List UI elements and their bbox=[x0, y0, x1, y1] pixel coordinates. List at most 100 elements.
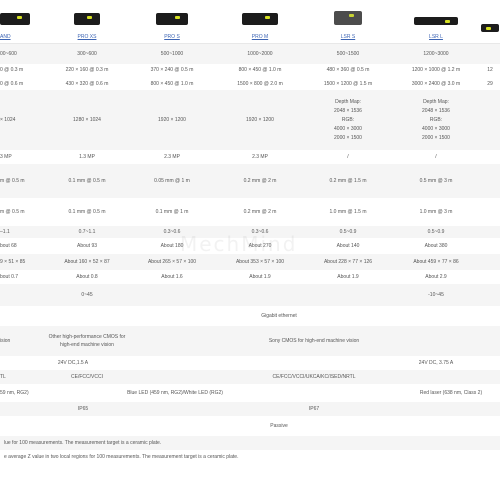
cell: Red laser (638 nm, Class 2) bbox=[419, 389, 483, 396]
spec-row-data-interface: Gigabit ethernet bbox=[0, 306, 500, 326]
cell: 1.3 MP bbox=[79, 153, 95, 160]
cell: 0 @ 0.3 m0 @ 0.6 m bbox=[0, 66, 24, 87]
cell: About 270 bbox=[248, 242, 272, 249]
cell: 00~600 bbox=[0, 50, 17, 57]
cell: Depth Map: 2048 × 1536 RGB: 4000 × 3000 … bbox=[334, 98, 362, 141]
camera-image bbox=[74, 13, 100, 25]
cell: 1280 × 1024 bbox=[73, 116, 101, 123]
cell: 0~45 bbox=[81, 291, 93, 298]
product-col-5[interactable]: LSR L bbox=[392, 0, 480, 43]
product-name[interactable]: PRO S bbox=[164, 34, 180, 41]
cell: 220 × 160 @ 0.3 m 430 × 320 @ 0.6 m bbox=[65, 66, 109, 87]
cell: About 1.6 bbox=[161, 273, 183, 280]
cell: 0.3~0.6 bbox=[251, 228, 269, 235]
spec-row-cooling: Passive bbox=[0, 416, 500, 436]
cell: IP65 bbox=[77, 405, 89, 412]
cell: Gigabit ethernet bbox=[261, 312, 297, 319]
cell: 1200 × 1000 @ 1.2 m 3000 × 2400 @ 3.0 m bbox=[411, 66, 461, 87]
spec-row-distance: 00~600 300~600 500~1000 1000~2000 500~15… bbox=[0, 44, 500, 64]
cell: 0.7~1.1 bbox=[78, 228, 96, 235]
cell: 12 29 bbox=[487, 66, 493, 87]
spec-row-resolution: × 1024 1280 × 1024 1920 × 1200 1920 × 12… bbox=[0, 90, 500, 150]
cell: 2.3 MP bbox=[252, 153, 268, 160]
camera-image bbox=[242, 13, 278, 25]
cell: 0.5 mm @ 3 m bbox=[419, 177, 453, 184]
spec-row-temperature: 0~45 -10~45 bbox=[0, 284, 500, 306]
camera-image bbox=[156, 13, 188, 25]
product-name[interactable]: AND bbox=[0, 34, 11, 41]
cell: × 1024 bbox=[0, 116, 16, 123]
footnote-row-2: e average Z value in two local regions f… bbox=[0, 450, 500, 464]
spec-row-power: 24V DC,1.5 A 24V DC, 3.75 A bbox=[0, 356, 500, 370]
product-col-3[interactable]: PRO M bbox=[216, 0, 304, 43]
cell: 1000~2000 bbox=[247, 50, 273, 57]
spec-row-sensor: ision Other high-performance CMOS for hi… bbox=[0, 326, 500, 356]
cell: 0.1 mm @ 1 m bbox=[155, 208, 189, 215]
cell: 9 × 51 × 85 bbox=[0, 258, 26, 265]
spec-table: AND PRO XS PRO S PRO M LSR S LSR L 00~60… bbox=[0, 0, 500, 464]
cell: m @ 0.5 m bbox=[0, 208, 25, 215]
spec-row-certification: TL CE/FCC/VCCI CE/FCC/VCCI/UKCA/KC/ISED/… bbox=[0, 370, 500, 384]
cell: 24V DC, 3.75 A bbox=[418, 359, 454, 366]
cell: 2.3 MP bbox=[164, 153, 180, 160]
camera-image bbox=[414, 17, 458, 25]
cell: 300~600 bbox=[77, 50, 97, 57]
cell: About 93 bbox=[76, 242, 98, 249]
spec-row-z-repeatability: m @ 0.5 m 0.1 mm @ 0.5 m 0.05 mm @ 1 m 0… bbox=[0, 164, 500, 198]
cell: About 180 bbox=[160, 242, 184, 249]
footnote: lue for 100 measurements. The measuremen… bbox=[4, 439, 162, 446]
cell: 0.2 mm @ 2 m bbox=[243, 177, 277, 184]
spec-row-ip: IP65 IP67 bbox=[0, 402, 500, 416]
cell: 800 × 450 @ 1.0 m 1500 × 800 @ 2.0 m bbox=[237, 66, 283, 87]
cell: About 265 × 57 × 100 bbox=[147, 258, 197, 265]
cell: 0.2 mm @ 1.5 m bbox=[329, 177, 367, 184]
product-col-2[interactable]: PRO S bbox=[128, 0, 216, 43]
product-name[interactable]: LSR S bbox=[341, 34, 355, 41]
cell: 59 nm, RG2) bbox=[0, 389, 29, 396]
spec-row-light: 59 nm, RG2) Blue LED (459 nm, RG2)/White… bbox=[0, 384, 500, 402]
cell: 0.2 mm @ 2 m bbox=[243, 208, 277, 215]
cell: m @ 0.5 m bbox=[0, 177, 25, 184]
cell: 0.5~0.9 bbox=[427, 228, 445, 235]
cell: About 160 × 52 × 87 bbox=[64, 258, 110, 265]
spec-row-dimensions: 9 × 51 × 85 About 160 × 52 × 87 About 26… bbox=[0, 254, 500, 270]
product-col-1[interactable]: PRO XS bbox=[46, 0, 128, 43]
spec-row-fov: 0 @ 0.3 m0 @ 0.6 m 220 × 160 @ 0.3 m 430 … bbox=[0, 64, 500, 90]
spec-row-baseline: bout 68 About 93 About 180 About 270 Abo… bbox=[0, 238, 500, 254]
cell: 1.0 mm @ 1.5 m bbox=[329, 208, 367, 215]
footnote-row-1: lue for 100 measurements. The measuremen… bbox=[0, 436, 500, 450]
product-name[interactable]: PRO XS bbox=[78, 34, 97, 41]
cell: About 0.8 bbox=[76, 273, 98, 280]
footnote: e average Z value in two local regions f… bbox=[4, 453, 239, 460]
cell: About 140 bbox=[336, 242, 360, 249]
cell: About 1.9 bbox=[337, 273, 359, 280]
product-col-0[interactable]: AND bbox=[0, 0, 46, 43]
cell: About 459 × 77 × 86 bbox=[413, 258, 459, 265]
cell: 0.5~0.9 bbox=[339, 228, 357, 235]
cell: 0.1 mm @ 0.5 m bbox=[68, 208, 106, 215]
cell: IP67 bbox=[308, 405, 320, 412]
cell: bout 0.7 bbox=[0, 273, 19, 280]
product-col-6[interactable] bbox=[480, 0, 500, 43]
cell: 500~1000 bbox=[160, 50, 184, 57]
camera-image bbox=[481, 24, 499, 32]
cell: CE/FCC/VCCI bbox=[71, 373, 103, 380]
cell: Blue LED (459 nm, RG2)/White LED (RG2) bbox=[127, 389, 223, 396]
cell: 24V DC,1.5 A bbox=[57, 359, 89, 366]
cell: 1200~3000 bbox=[423, 50, 449, 57]
cell: TL bbox=[0, 373, 6, 380]
cell: 370 × 240 @ 0.5 m 800 × 450 @ 1.0 m bbox=[150, 66, 194, 87]
cell: ision bbox=[0, 337, 11, 344]
cell: About 1.9 bbox=[249, 273, 271, 280]
product-name[interactable]: LSR L bbox=[429, 34, 443, 41]
spec-row-megapixel: 3 MP 1.3 MP 2.3 MP 2.3 MP / / bbox=[0, 150, 500, 164]
product-col-4[interactable]: LSR S bbox=[304, 0, 392, 43]
cell: –1.1 bbox=[0, 228, 10, 235]
cell: -10~45 bbox=[428, 291, 444, 298]
cell: 0.1 mm @ 0.5 m bbox=[68, 177, 106, 184]
cell: 3 MP bbox=[0, 153, 12, 160]
camera-image bbox=[334, 11, 362, 25]
cell: 1920 × 1200 bbox=[158, 116, 186, 123]
cell: 500~1500 bbox=[336, 50, 360, 57]
product-name[interactable]: PRO M bbox=[252, 34, 268, 41]
